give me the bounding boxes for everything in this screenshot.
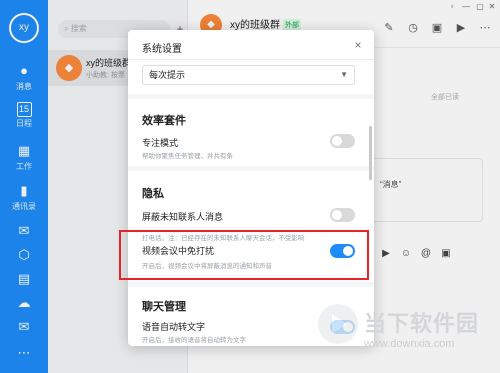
section-divider	[128, 166, 374, 171]
watermark-brand: 当下软件园	[364, 311, 480, 336]
focus-mode-label: 专注模式	[142, 138, 179, 148]
section-heading: 隐私	[142, 188, 164, 200]
dialog-scrollbar[interactable]	[369, 126, 372, 180]
section-heading: 效率套件	[142, 115, 186, 127]
block-unknown-label: 屏蔽未知联系人消息	[142, 212, 224, 222]
toggle-knob	[332, 136, 342, 146]
voice-to-text-label: 语音自动转文字	[142, 322, 206, 332]
block-unknown-toggle[interactable]	[330, 208, 355, 222]
play-logo-icon	[318, 304, 358, 344]
watermark: 当下软件园 www.downxia.com	[318, 302, 498, 370]
settings-dialog: 系统设置 × 每次提示 ▼ 效率套件 专注模式 帮助你聚焦任务管理，并共有条 隐…	[128, 30, 374, 346]
watermark-url: www.downxia.com	[364, 338, 455, 350]
highlight-box	[119, 230, 369, 280]
voice-to-text-desc: 开启后，接收的语音将自动转为文字	[142, 337, 246, 344]
divider	[128, 59, 374, 60]
dialog-title: 系统设置	[142, 44, 182, 55]
toggle-knob	[332, 210, 342, 220]
chevron-down-icon: ▼	[340, 70, 348, 79]
section-divider	[128, 282, 374, 287]
notify-select[interactable]: 每次提示 ▼	[142, 65, 355, 85]
focus-mode-desc: 帮助你聚焦任务管理，并共有条	[142, 153, 233, 160]
section-divider	[128, 94, 374, 99]
focus-mode-toggle[interactable]	[330, 134, 355, 148]
close-icon[interactable]: ×	[352, 38, 364, 52]
section-heading: 聊天管理	[142, 301, 186, 313]
